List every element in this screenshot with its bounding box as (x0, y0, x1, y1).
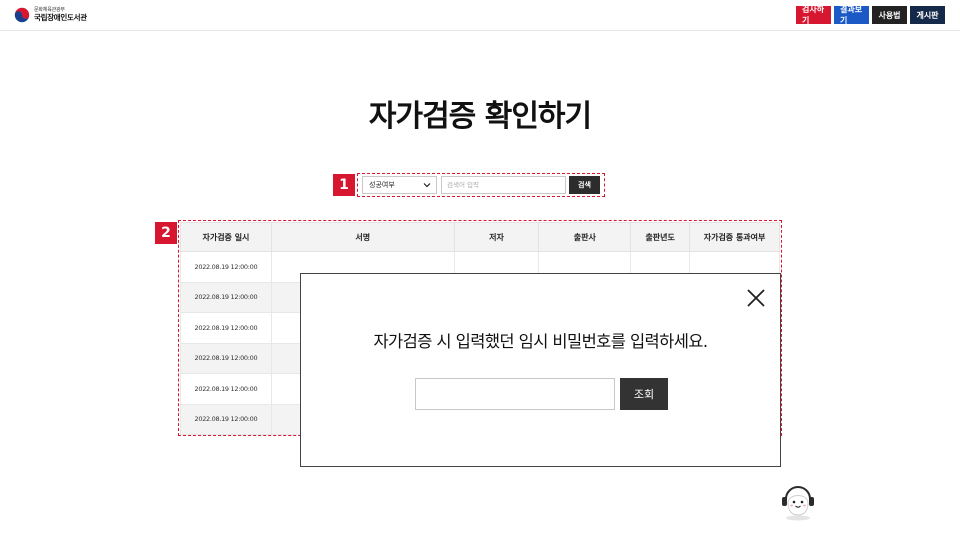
taegeuk-emblem-icon (14, 7, 30, 23)
page-title: 자가검증 확인하기 (368, 99, 592, 134)
datetime-cell: 2022.08.19 12:00:00 (180, 373, 272, 405)
chatbot-mascot-icon[interactable] (776, 481, 820, 521)
datetime-cell: 2022.08.19 12:00:00 (180, 342, 272, 374)
datetime-cell: 2022.08.19 12:00:00 (180, 312, 272, 344)
column-header: 출판년도 (630, 222, 691, 252)
top-header: 문화체육관광부 국립장애인도서관 검사하기 결과보기 사용법 게시판 (0, 0, 960, 31)
close-icon[interactable] (746, 288, 766, 308)
logo-text: 문화체육관광부 국립장애인도서관 (34, 8, 87, 22)
nav-results-button[interactable]: 결과보기 (834, 5, 869, 25)
status-select-value: 성공여부 (369, 181, 395, 189)
modal-message: 자가검증 시 입력했던 임시 비밀번호를 입력하세요. (373, 332, 708, 351)
top-nav: 검사하기 결과보기 사용법 게시판 (796, 5, 945, 25)
temp-password-input[interactable] (415, 378, 615, 410)
lookup-button[interactable]: 조회 (620, 378, 668, 410)
status-select[interactable]: 성공여부 (362, 176, 437, 194)
datetime-cell: 2022.08.19 12:00:00 (180, 281, 272, 313)
datetime-cell: 2022.08.19 12:00:00 (180, 403, 272, 435)
column-header: 자가검증 통과여부 (689, 222, 780, 252)
search-button[interactable]: 검색 (569, 176, 600, 194)
column-header: 출판사 (538, 222, 632, 252)
chevron-down-icon (423, 183, 431, 188)
password-modal: 자가검증 시 입력했던 임시 비밀번호를 입력하세요. 조회 (300, 273, 781, 467)
nav-board-button[interactable]: 게시판 (910, 6, 945, 24)
step-marker-2: 2 (155, 222, 177, 244)
step-marker-1: 1 (333, 174, 355, 196)
library-logo[interactable]: 문화체육관광부 국립장애인도서관 (14, 7, 87, 23)
nav-inspect-button[interactable]: 검사하기 (796, 5, 831, 25)
datetime-cell: 2022.08.19 12:00:00 (180, 251, 272, 283)
column-header: 서명 (270, 222, 455, 252)
nav-usage-button[interactable]: 사용법 (872, 6, 907, 24)
search-input[interactable] (441, 176, 566, 194)
library-name: 국립장애인도서관 (34, 13, 87, 23)
column-header: 자가검증 일시 (180, 222, 272, 252)
table-header-row: 자가검증 일시 서명 저자 출판사 출판년도 자가검증 통과여부 (180, 222, 780, 252)
column-header: 저자 (453, 222, 540, 252)
